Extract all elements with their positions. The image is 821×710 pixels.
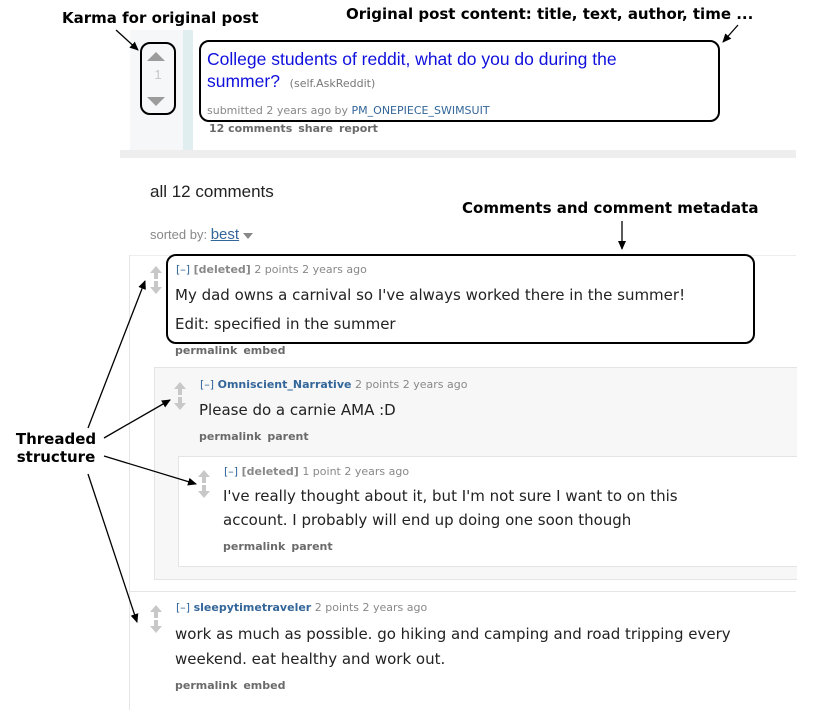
thread-arrow-4 — [87, 473, 139, 623]
thread-arrow-1 — [87, 280, 146, 429]
thread-arrow-2 — [103, 399, 171, 439]
post-arrow — [722, 24, 739, 43]
karma-arrow — [115, 29, 139, 51]
thread-arrow-3 — [103, 455, 197, 486]
annotation-arrows — [87, 24, 739, 623]
